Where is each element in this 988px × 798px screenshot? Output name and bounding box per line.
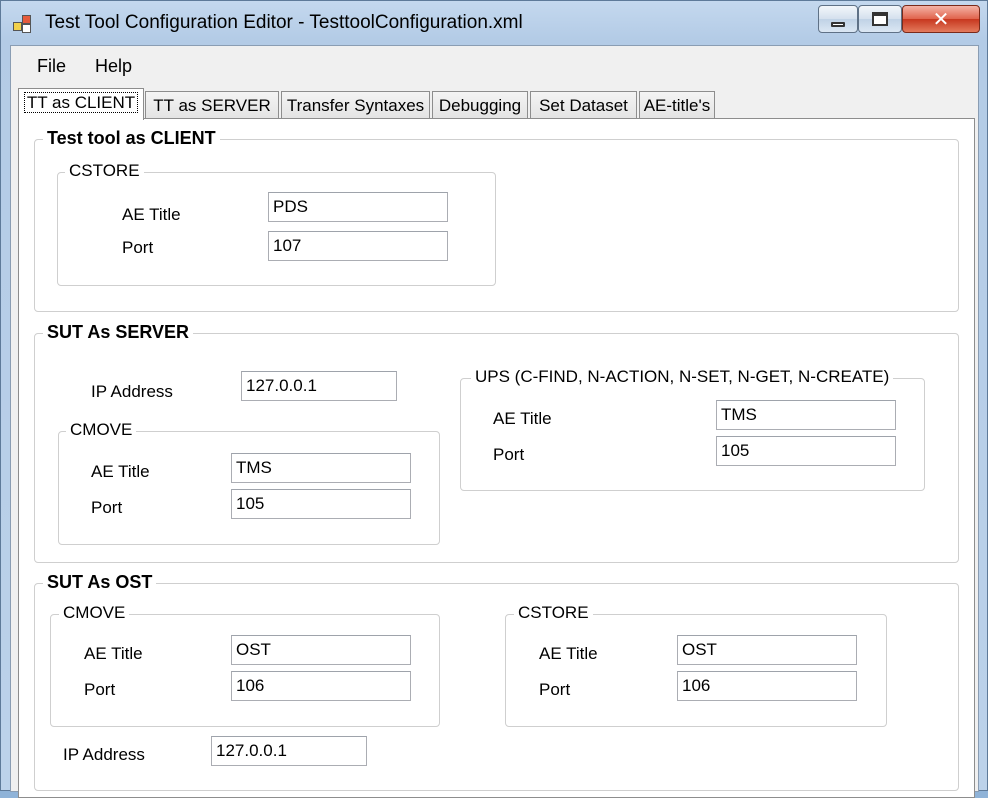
group-title-ost-cmove: CMOVE [59,603,130,623]
server-ip-address-field[interactable]: 127.0.0.1 [241,371,397,401]
minimize-button[interactable] [818,5,858,33]
menu-file[interactable]: File [37,56,66,77]
maximize-button[interactable] [858,5,902,33]
menu-help[interactable]: Help [95,56,132,77]
tab-tt-as-server[interactable]: TT as SERVER [145,91,279,119]
ost-cmove-port-field[interactable]: 106 [231,671,411,701]
group-ost-cmove: CMOVE AE Title OST Port 106 [50,603,440,727]
group-sut-as-ost: SUT As OST CMOVE AE Title OST Port 106 C… [34,572,959,791]
tab-transfer-syntaxes[interactable]: Transfer Syntaxes [281,91,430,119]
client-area: File Help TT as CLIENT TT as SERVER Tran… [10,45,979,798]
group-title-client-cstore: CSTORE [65,161,144,181]
group-server-ups: UPS (C-FIND, N-ACTION, N-SET, N-GET, N-C… [460,367,925,491]
group-title-server-ups: UPS (C-FIND, N-ACTION, N-SET, N-GET, N-C… [471,367,894,387]
group-title-test-tool-as-client: Test tool as CLIENT [43,128,220,148]
group-test-tool-as-client: Test tool as CLIENT CSTORE AE Title PDS … [34,128,959,312]
group-sut-as-server: SUT As SERVER IP Address 127.0.0.1 CMOVE… [34,322,959,563]
title-bar[interactable]: Test Tool Configuration Editor - Testtoo… [1,1,987,45]
window-title: Test Tool Configuration Editor - Testtoo… [45,12,523,33]
ost-ip-address-field[interactable]: 127.0.0.1 [211,736,367,766]
group-title-server-cmove: CMOVE [66,420,137,440]
app-window: Test Tool Configuration Editor - Testtoo… [0,0,988,798]
minimize-icon [831,21,845,27]
ost-ip-address-label: IP Address [63,745,145,764]
server-cmove-ae-title-field[interactable]: TMS [231,453,411,483]
group-title-ost-cstore: CSTORE [514,603,593,623]
server-cmove-port-field[interactable]: 105 [231,489,411,519]
client-cstore-port-label: Port [122,238,154,257]
client-cstore-ae-title-field[interactable]: PDS [268,192,448,222]
ost-cstore-port-field[interactable]: 106 [677,671,857,701]
tab-set-dataset[interactable]: Set Dataset [530,91,637,119]
close-button[interactable]: ✕ [902,5,980,33]
server-ups-port-label: Port [493,445,525,464]
group-client-cstore: CSTORE AE Title PDS Port 107 [57,161,496,286]
ost-cmove-ae-title-field[interactable]: OST [231,635,411,665]
server-ups-port-field[interactable]: 105 [716,436,896,466]
ost-cstore-ae-title-label: AE Title [539,644,598,663]
client-cstore-ae-title-label: AE Title [122,205,181,224]
ost-cstore-ae-title-field[interactable]: OST [677,635,857,665]
close-icon: ✕ [932,7,950,31]
server-ups-ae-title-label: AE Title [493,409,552,428]
maximize-icon [872,12,888,26]
server-ip-address-label: IP Address [91,382,173,401]
server-cmove-port-label: Port [91,498,123,517]
ost-cmove-ae-title-label: AE Title [84,644,143,663]
tab-debugging[interactable]: Debugging [432,91,528,119]
group-title-sut-as-server: SUT As SERVER [43,322,194,342]
menu-bar: File Help [11,46,978,86]
app-icon [13,13,33,33]
ost-cstore-port-label: Port [539,680,571,699]
tab-tt-as-client[interactable]: TT as CLIENT [18,88,144,120]
group-ost-cstore: CSTORE AE Title OST Port 106 [505,603,887,727]
group-title-sut-as-ost: SUT As OST [43,572,157,592]
tab-ae-titles[interactable]: AE-title's [639,91,715,119]
client-cstore-port-field[interactable]: 107 [268,231,448,261]
ost-cmove-port-label: Port [84,680,116,699]
server-ups-ae-title-field[interactable]: TMS [716,400,896,430]
tab-page-tt-as-client: Test tool as CLIENT CSTORE AE Title PDS … [18,118,975,798]
server-cmove-ae-title-label: AE Title [91,462,150,481]
group-server-cmove: CMOVE AE Title TMS Port 105 [58,420,440,545]
